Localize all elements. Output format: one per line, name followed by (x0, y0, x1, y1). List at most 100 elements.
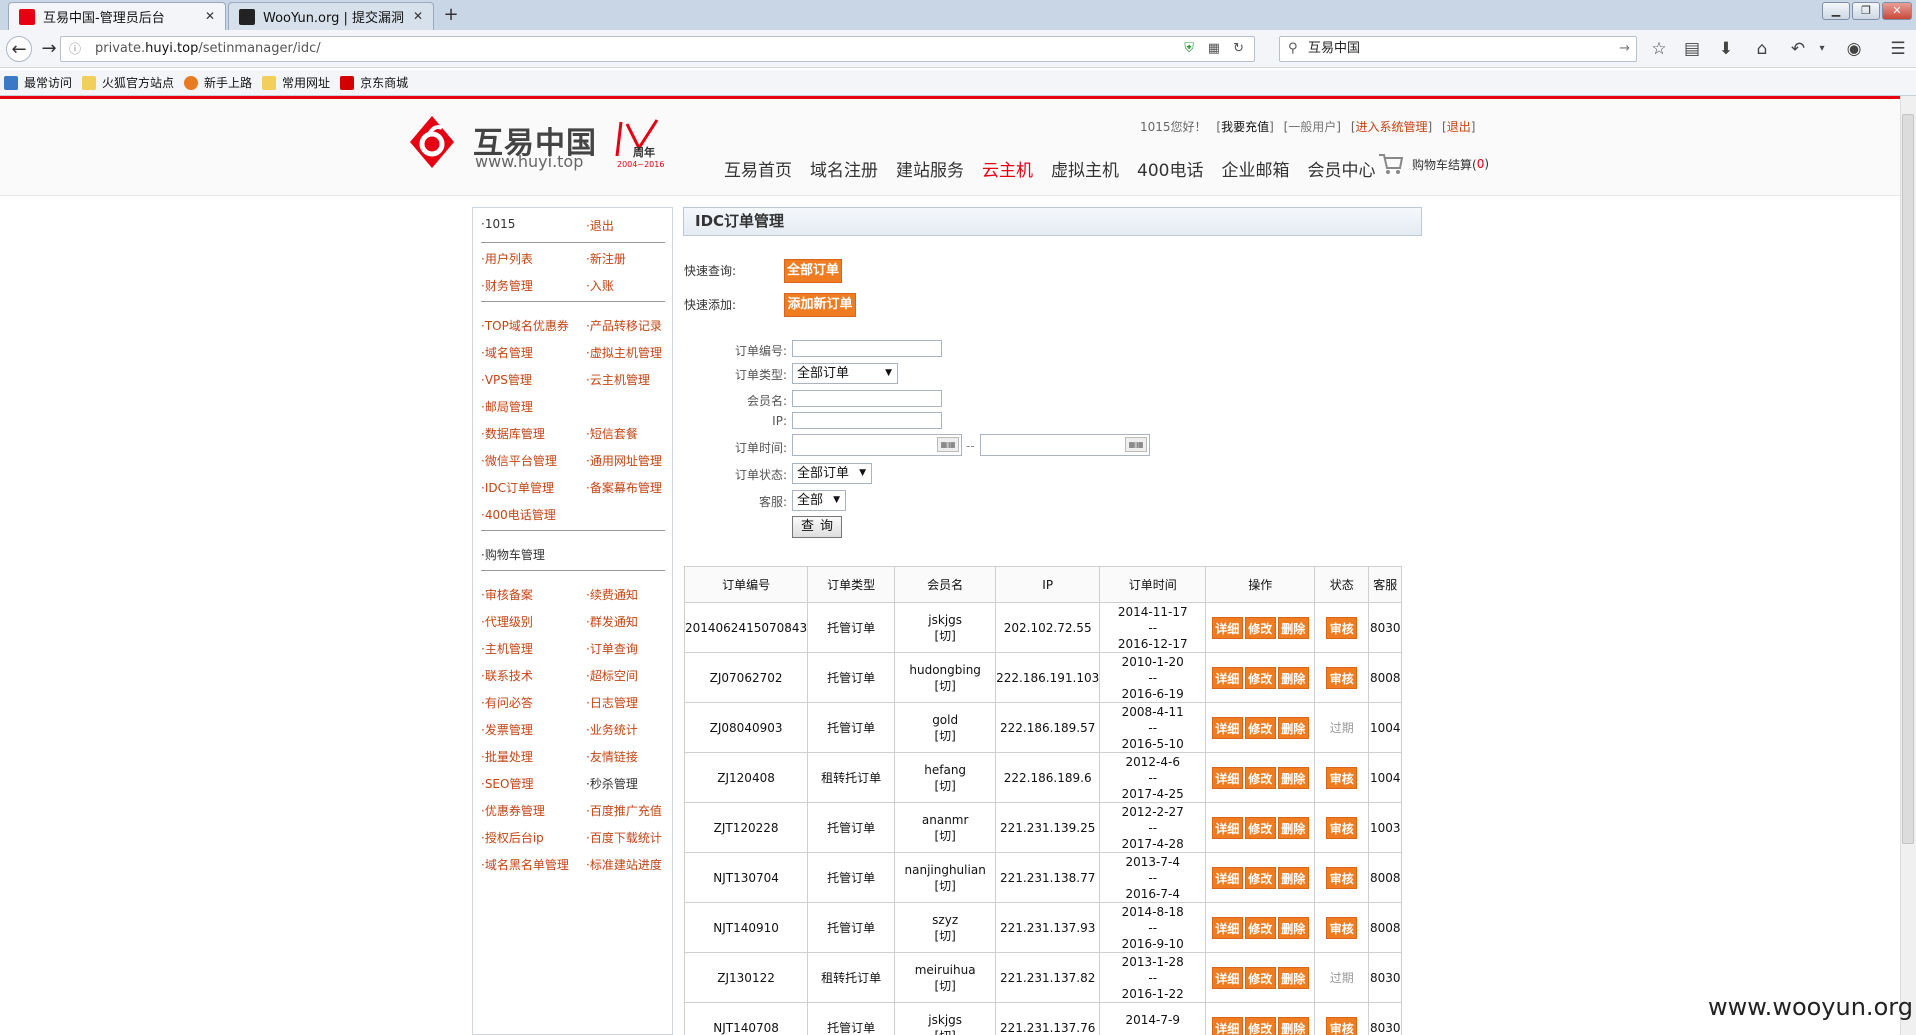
all-orders-button[interactable]: 全部订单 (784, 259, 842, 283)
review-button[interactable]: 审核 (1326, 816, 1358, 839)
sidebar-item[interactable]: ·微信平台管理 (481, 452, 557, 469)
review-button[interactable]: 审核 (1326, 666, 1358, 689)
sidebar-item[interactable]: ·TOP域名优惠券 (481, 317, 569, 334)
recharge-link[interactable]: 我要充值 (1221, 120, 1269, 134)
bookmark-item[interactable]: 火狐官方站点 (82, 74, 174, 91)
account-icon[interactable]: ◉ (1842, 37, 1866, 61)
detail-button[interactable]: 详细 (1211, 716, 1243, 739)
scrollbar-thumb[interactable] (1902, 114, 1914, 844)
browser-tab-wooyun[interactable]: WooYun.org | 提交漏洞 ✕ (228, 2, 434, 30)
delete-button[interactable]: 删除 (1277, 666, 1309, 689)
sidebar-item[interactable]: ·产品转移记录 (586, 317, 662, 334)
switch-user-link[interactable]: [切] (895, 878, 995, 894)
detail-button[interactable]: 详细 (1211, 866, 1243, 889)
reload-icon[interactable]: ↻ (1233, 37, 1244, 61)
edit-button[interactable]: 修改 (1244, 666, 1276, 689)
delete-button[interactable]: 删除 (1277, 966, 1309, 989)
close-window-button[interactable]: ✕ (1882, 2, 1912, 20)
detail-button[interactable]: 详细 (1211, 766, 1243, 789)
switch-user-link[interactable]: [切] (895, 928, 995, 944)
sidebar-item[interactable]: ·虚拟主机管理 (586, 344, 662, 361)
nav-home[interactable]: 互易首页 (724, 156, 792, 181)
sidebar-item[interactable]: ·友情链接 (586, 748, 638, 765)
edit-button[interactable]: 修改 (1244, 816, 1276, 839)
sidebar-item[interactable]: ·数据库管理 (481, 425, 545, 442)
logout-link[interactable]: 退出 (1447, 120, 1471, 134)
query-button[interactable]: 查询 (792, 516, 842, 538)
home-icon[interactable]: ⌂ (1750, 37, 1774, 61)
minimize-window-button[interactable]: ▁ (1822, 2, 1850, 20)
edit-button[interactable]: 修改 (1244, 1016, 1276, 1035)
sidebar-item[interactable]: ·入账 (586, 277, 614, 294)
detail-button[interactable]: 详细 (1211, 666, 1243, 689)
sidebar-item[interactable]: ·财务管理 (481, 277, 533, 294)
sidebar-item[interactable]: ·超标空间 (586, 667, 638, 684)
sidebar-item[interactable]: ·联系技术 (481, 667, 533, 684)
delete-button[interactable]: 删除 (1277, 866, 1309, 889)
delete-button[interactable]: 删除 (1277, 1016, 1309, 1035)
sidebar-item[interactable]: ·批量处理 (481, 748, 533, 765)
sidebar-logout[interactable]: ·退出 (586, 217, 614, 234)
switch-user-link[interactable]: [切] (895, 728, 995, 744)
search-go-icon[interactable]: → (1619, 37, 1630, 61)
edit-button[interactable]: 修改 (1244, 966, 1276, 989)
review-button[interactable]: 审核 (1326, 916, 1358, 939)
sidebar-user[interactable]: ·1015 (481, 217, 515, 231)
reading-list-icon[interactable]: ▤ (1680, 37, 1704, 61)
sidebar-item[interactable]: ·购物车管理 (481, 546, 545, 563)
service-select[interactable]: 全部 ▼ (792, 490, 846, 511)
restore-window-button[interactable]: ❐ (1852, 2, 1880, 20)
cart-link[interactable]: 购物车结算(0) (1378, 152, 1489, 176)
detail-button[interactable]: 详细 (1211, 966, 1243, 989)
delete-button[interactable]: 删除 (1277, 816, 1309, 839)
calendar-icon[interactable]: ▦▦ (1125, 437, 1147, 452)
bookmark-item[interactable]: 新手上路 (184, 74, 252, 91)
nav-400-phone[interactable]: 400电话 (1137, 156, 1203, 181)
switch-user-link[interactable]: [切] (895, 828, 995, 844)
sidebar-item[interactable]: ·IDC订单管理 (481, 479, 554, 496)
switch-user-link[interactable]: [切] (895, 978, 995, 994)
back-button[interactable]: ← (6, 36, 32, 62)
bookmark-item[interactable]: 京东商城 (340, 74, 408, 91)
member-input[interactable] (792, 390, 942, 407)
sidebar-item[interactable]: ·标准建站进度 (586, 856, 662, 873)
detail-button[interactable]: 详细 (1211, 616, 1243, 639)
delete-button[interactable]: 删除 (1277, 616, 1309, 639)
switch-user-link[interactable]: [切] (895, 778, 995, 794)
sidebar-item[interactable]: ·短信套餐 (586, 425, 638, 442)
new-tab-button[interactable]: + (436, 4, 466, 28)
start-date-input[interactable]: ▦▦ (792, 434, 962, 456)
review-button[interactable]: 审核 (1326, 766, 1358, 789)
qr-code-icon[interactable]: ▦ (1208, 37, 1220, 61)
search-input[interactable]: ⚲ 互易中国 → (1279, 36, 1637, 62)
sidebar-item[interactable]: ·优惠券管理 (481, 802, 545, 819)
edit-button[interactable]: 修改 (1244, 916, 1276, 939)
nav-cloud-host[interactable]: 云主机 (982, 156, 1033, 181)
sidebar-item[interactable]: ·云主机管理 (586, 371, 650, 388)
switch-user-link[interactable]: [切] (895, 1028, 995, 1035)
sidebar-item[interactable]: ·日志管理 (586, 694, 638, 711)
sidebar-item[interactable]: ·主机管理 (481, 640, 533, 657)
order-status-select[interactable]: 全部订单 ▼ (792, 463, 872, 484)
delete-button[interactable]: 删除 (1277, 916, 1309, 939)
sidebar-item[interactable]: ·群发通知 (586, 613, 638, 630)
bookmark-item[interactable]: 常用网址 (262, 74, 330, 91)
switch-user-link[interactable]: [切] (895, 678, 995, 694)
sidebar-item[interactable]: ·代理级别 (481, 613, 533, 630)
dropdown-arrow-icon[interactable]: ▾ (1810, 37, 1834, 61)
sidebar-item[interactable]: ·订单查询 (586, 640, 638, 657)
sidebar-item[interactable]: ·审核备案 (481, 586, 533, 603)
undo-icon[interactable]: ↶ (1786, 37, 1810, 61)
order-type-select[interactable]: 全部订单 ▼ (792, 363, 898, 384)
menu-icon[interactable]: ☰ (1886, 37, 1910, 61)
bookmark-item[interactable]: 最常访问 (4, 74, 72, 91)
delete-button[interactable]: 删除 (1277, 766, 1309, 789)
site-info-icon[interactable]: ⓘ (69, 37, 81, 61)
add-new-order-button[interactable]: 添加新订单 (784, 293, 856, 317)
switch-user-link[interactable]: [切] (895, 628, 995, 644)
ip-input[interactable] (792, 412, 942, 429)
edit-button[interactable]: 修改 (1244, 616, 1276, 639)
nav-enterprise-mail[interactable]: 企业邮箱 (1221, 156, 1289, 181)
calendar-icon[interactable]: ▦▦ (937, 437, 959, 452)
sidebar-item[interactable]: ·通用网址管理 (586, 452, 662, 469)
